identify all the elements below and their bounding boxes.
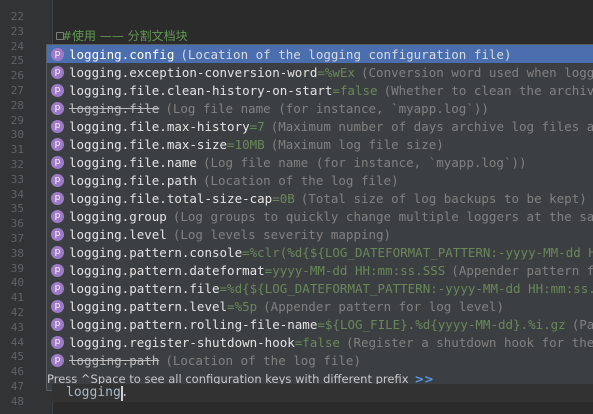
current-line-highlight bbox=[52, 384, 593, 402]
property-icon: p bbox=[51, 155, 64, 169]
completion-item-name: logging.file bbox=[69, 100, 160, 116]
completion-item-name: logging.path bbox=[69, 352, 160, 368]
completion-item[interactable]: p logging.exception-conversion-word =%wEx (… bbox=[47, 63, 593, 81]
completion-item-default: =%clr(%d{${LOG_DATEFORMAT_PATTERN:-yyyy-… bbox=[242, 244, 593, 260]
completion-item[interactable]: p logging.file.max-history =7 (Maximum numb… bbox=[47, 117, 593, 135]
completion-item-name: logging.file.name bbox=[69, 154, 197, 170]
completion-item-default: =0B bbox=[272, 190, 295, 206]
completion-popup[interactable]: p logging.path (Location of the log file) p… bbox=[46, 44, 593, 391]
completion-item-default: =10MB bbox=[227, 136, 265, 152]
completion-item[interactable]: p logging.pattern.file =%d{${LOG_DATEFORMA… bbox=[47, 279, 593, 297]
completion-item[interactable]: p logging.file.path (Location of the log f… bbox=[47, 171, 593, 189]
completion-item-description: (Conversion word used when logging ex bbox=[361, 64, 593, 80]
property-icon: p bbox=[51, 83, 64, 97]
property-icon: p bbox=[51, 173, 64, 187]
property-icon: p bbox=[51, 317, 64, 331]
completion-item-name: logging.register-shutdown-hook bbox=[69, 334, 295, 350]
completion-item-default: =${LOG_FILE}.%d{yyyy-MM-dd}.%i.gz bbox=[317, 316, 566, 332]
completion-item-name: logging.pattern.dateformat bbox=[69, 262, 265, 278]
completion-item-name: logging.exception-conversion-word bbox=[69, 64, 318, 80]
line-number: 48 bbox=[10, 394, 24, 408]
completion-item-default: =false bbox=[294, 334, 340, 350]
completion-item-description: (Log levels severity mapping) bbox=[172, 226, 392, 242]
completion-item-description: (Location of the log file) bbox=[202, 172, 399, 188]
completion-item-name: logging.config bbox=[69, 46, 175, 62]
completion-item[interactable]: p logging.file (Log file name (for instanc… bbox=[47, 99, 593, 117]
completion-item[interactable]: p logging.group (Log groups to quickly cha… bbox=[47, 207, 593, 225]
fold-icon[interactable] bbox=[56, 32, 64, 40]
completion-item-name: logging.group bbox=[69, 208, 167, 224]
property-icon: p bbox=[51, 245, 64, 259]
completion-item-name: logging.file.total-size-cap bbox=[69, 190, 273, 206]
completion-item[interactable]: p logging.level (Log levels severity mappi… bbox=[47, 225, 593, 243]
completion-item[interactable]: p logging.pattern.rolling-file-name =${LOG… bbox=[47, 315, 593, 333]
property-icon: p bbox=[51, 281, 64, 295]
completion-item-name: logging.file.max-history bbox=[69, 118, 250, 134]
completion-item-default: =false bbox=[332, 82, 378, 98]
completion-item-description: (Log file name (for instance, `myapp.log… bbox=[165, 100, 489, 116]
property-icon: p bbox=[51, 101, 64, 115]
property-icon: p bbox=[51, 209, 64, 223]
property-icon: p bbox=[51, 335, 64, 349]
comment-line: #使用 —— 分割文档块 bbox=[62, 29, 188, 43]
property-icon: p bbox=[51, 191, 64, 205]
completion-item-name: logging.file.path bbox=[69, 172, 197, 188]
property-icon: p bbox=[51, 47, 64, 61]
completion-item-description: (Maximum log file size) bbox=[270, 136, 444, 152]
completion-item[interactable]: p logging.path (Location of the log file) bbox=[47, 351, 593, 369]
completion-item-name: logging.file.clean-history-on-start bbox=[69, 82, 333, 98]
completion-item-description: (Total size of log backups to be kept) bbox=[300, 190, 587, 206]
completion-item[interactable]: p logging.file.total-size-cap =0B (Total si… bbox=[47, 189, 593, 207]
property-icon: p bbox=[51, 353, 64, 367]
completion-item-description: (Register a shutdown hook for the logg bbox=[345, 334, 593, 350]
property-icon: p bbox=[51, 119, 64, 133]
completion-item-default: =%5p bbox=[227, 298, 258, 314]
completion-item-default: =%d{${LOG_DATEFORMAT_PATTERN:-yyyy-MM-dd… bbox=[219, 280, 593, 296]
completion-item-description: (Location of the logging configuration f… bbox=[180, 46, 512, 62]
property-icon: p bbox=[51, 137, 64, 151]
completion-item-description: (Appender pattern for log bbox=[451, 262, 593, 278]
completion-item[interactable]: p logging.pattern.level =%5p (Appender patt… bbox=[47, 297, 593, 315]
completion-item-description: (Whether to clean the archive log bbox=[383, 82, 593, 98]
completion-item[interactable]: p logging.file.name (Log file name (for in… bbox=[47, 153, 593, 171]
completion-item-default: =yyyy-MM-dd HH:mm:ss.SSS bbox=[264, 262, 446, 278]
property-icon: p bbox=[51, 263, 64, 277]
property-icon: p bbox=[51, 65, 64, 79]
completion-item-default: =7 bbox=[249, 118, 265, 134]
completion-item-default: =%wEx bbox=[317, 64, 355, 80]
completion-item-name: logging.pattern.rolling-file-name bbox=[69, 316, 318, 332]
completion-item-description: (Appender pattern for log level) bbox=[263, 298, 504, 314]
completion-item-description: (Location of the log file) bbox=[165, 352, 361, 368]
completion-item[interactable]: p logging.file.max-size =10MB (Maximum log … bbox=[47, 135, 593, 153]
completion-item-name: logging.pattern.console bbox=[69, 244, 243, 260]
completion-item-description: (Log groups to quickly change multiple l… bbox=[172, 208, 593, 224]
text-caret bbox=[121, 386, 123, 401]
completion-item-description: (Maximum number of days archive log file… bbox=[270, 118, 593, 134]
completion-item[interactable]: p logging.config (Location of the logging … bbox=[47, 45, 593, 63]
current-line-text[interactable]: logging. bbox=[66, 384, 129, 402]
completion-item-name: logging.pattern.level bbox=[69, 298, 228, 314]
completion-item[interactable]: p logging.file.clean-history-on-start =fal… bbox=[47, 81, 593, 99]
completion-item-name: logging.level bbox=[69, 226, 167, 242]
property-icon: p bbox=[51, 227, 64, 241]
completion-item-name: logging.pattern.file bbox=[69, 280, 220, 296]
completion-item[interactable]: p logging.register-shutdown-hook =false (Re… bbox=[47, 333, 593, 351]
completion-item-name: logging.file.max-size bbox=[69, 136, 228, 152]
completion-item[interactable]: p logging.pattern.dateformat =yyyy-MM-dd H… bbox=[47, 261, 593, 279]
property-icon: p bbox=[51, 299, 64, 313]
completion-item[interactable]: p logging.pattern.console =%clr(%d{${LOG_D… bbox=[47, 243, 593, 261]
completion-item-description: (Log file name (for instance, `myapp.log… bbox=[202, 154, 527, 170]
completion-item-description: (Pattern bbox=[571, 316, 593, 332]
